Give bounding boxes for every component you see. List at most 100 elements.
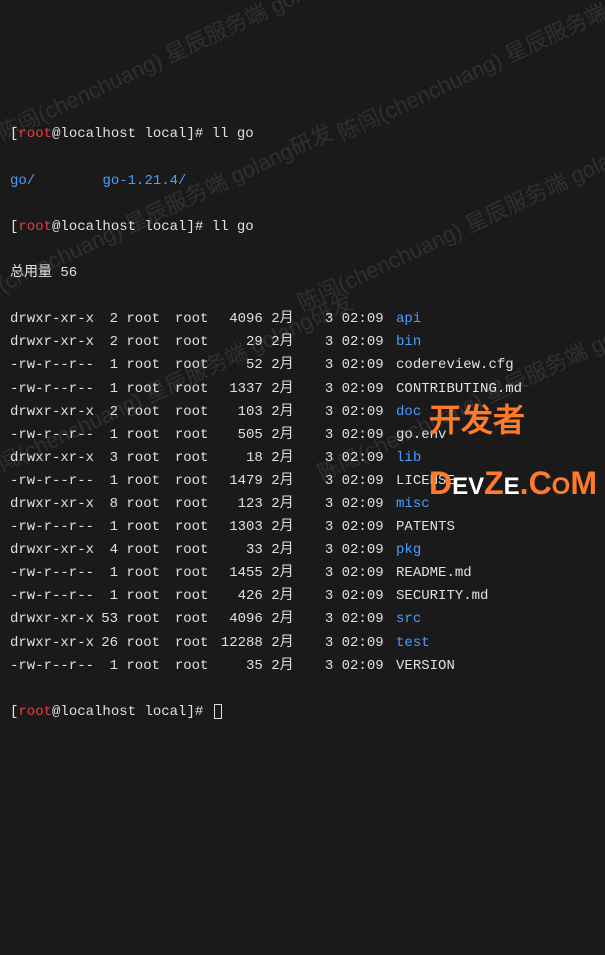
links: 2 bbox=[96, 401, 118, 424]
file-name: CONTRIBUTING.md bbox=[396, 381, 522, 397]
perms: drwxr-xr-x bbox=[10, 447, 96, 470]
file-name: VERSION bbox=[396, 658, 455, 674]
list-item: drwxr-xr-x8 root root123 2月3 02:09 misc bbox=[10, 493, 595, 516]
group: root bbox=[175, 516, 215, 539]
time: 02:09 bbox=[342, 585, 388, 608]
file-name: src bbox=[396, 611, 421, 627]
group: root bbox=[175, 562, 215, 585]
owner: root bbox=[126, 401, 166, 424]
links: 26 bbox=[96, 632, 118, 655]
list-item: drwxr-xr-x2 root root29 2月3 02:09 bin bbox=[10, 331, 595, 354]
prompt-line-1[interactable]: [root@localhost local]# ll go bbox=[10, 123, 595, 146]
prompt-path: local bbox=[144, 126, 186, 142]
list-item: -rw-r--r--1 root root505 2月3 02:09 go.en… bbox=[10, 424, 595, 447]
list-item: -rw-r--r--1 root root1337 2月3 02:09 CONT… bbox=[10, 378, 595, 401]
links: 3 bbox=[96, 447, 118, 470]
list-item: drwxr-xr-x4 root root33 2月3 02:09 pkg bbox=[10, 539, 595, 562]
file-name: pkg bbox=[396, 542, 421, 558]
owner: root bbox=[126, 470, 166, 493]
size: 33 bbox=[215, 539, 263, 562]
group: root bbox=[175, 539, 215, 562]
month: 2月 bbox=[271, 539, 301, 562]
completion-b: go-1.21.4/ bbox=[102, 173, 186, 189]
list-item: drwxr-xr-x3 root root18 2月3 02:09 lib bbox=[10, 447, 595, 470]
file-name: PATENTS bbox=[396, 519, 455, 535]
size: 1455 bbox=[215, 562, 263, 585]
owner: root bbox=[126, 585, 166, 608]
links: 1 bbox=[96, 424, 118, 447]
size: 1303 bbox=[215, 516, 263, 539]
perms: drwxr-xr-x bbox=[10, 493, 96, 516]
links: 2 bbox=[96, 308, 118, 331]
month: 2月 bbox=[271, 470, 301, 493]
prompt-user: root bbox=[18, 126, 52, 142]
group: root bbox=[175, 424, 215, 447]
month: 2月 bbox=[271, 331, 301, 354]
month: 2月 bbox=[271, 632, 301, 655]
month: 2月 bbox=[271, 308, 301, 331]
terminal-output: [root@localhost local]# ll go go/ go-1.2… bbox=[10, 100, 595, 747]
day: 3 bbox=[321, 447, 333, 470]
time: 02:09 bbox=[342, 308, 388, 331]
links: 1 bbox=[96, 354, 118, 377]
perms: -rw-r--r-- bbox=[10, 585, 96, 608]
file-name: api bbox=[396, 311, 421, 327]
day: 3 bbox=[321, 608, 333, 631]
perms: -rw-r--r-- bbox=[10, 655, 96, 678]
group: root bbox=[175, 632, 215, 655]
time: 02:09 bbox=[342, 378, 388, 401]
perms: drwxr-xr-x bbox=[10, 632, 96, 655]
links: 1 bbox=[96, 378, 118, 401]
list-item: -rw-r--r--1 root root35 2月3 02:09 VERSIO… bbox=[10, 655, 595, 678]
list-item: -rw-r--r--1 root root426 2月3 02:09 SECUR… bbox=[10, 585, 595, 608]
day: 3 bbox=[321, 331, 333, 354]
day: 3 bbox=[321, 470, 333, 493]
size: 505 bbox=[215, 424, 263, 447]
size: 1479 bbox=[215, 470, 263, 493]
bracket-close: ]# bbox=[186, 126, 203, 142]
command-1: ll go bbox=[212, 126, 254, 142]
month: 2月 bbox=[271, 608, 301, 631]
day: 3 bbox=[321, 585, 333, 608]
file-name: SECURITY.md bbox=[396, 588, 488, 604]
tab-completion: go/ go-1.21.4/ bbox=[10, 170, 595, 193]
month: 2月 bbox=[271, 378, 301, 401]
size: 35 bbox=[215, 655, 263, 678]
size: 123 bbox=[215, 493, 263, 516]
list-item: -rw-r--r--1 root root1455 2月3 02:09 READ… bbox=[10, 562, 595, 585]
size: 4096 bbox=[215, 308, 263, 331]
file-name: LICENSE bbox=[396, 473, 455, 489]
group: root bbox=[175, 608, 215, 631]
time: 02:09 bbox=[342, 447, 388, 470]
month: 2月 bbox=[271, 562, 301, 585]
month: 2月 bbox=[271, 516, 301, 539]
perms: drwxr-xr-x bbox=[10, 308, 96, 331]
time: 02:09 bbox=[342, 562, 388, 585]
time: 02:09 bbox=[342, 655, 388, 678]
links: 1 bbox=[96, 585, 118, 608]
prompt-line-3[interactable]: [root@localhost local]# bbox=[10, 701, 595, 724]
day: 3 bbox=[321, 308, 333, 331]
links: 1 bbox=[96, 516, 118, 539]
group: root bbox=[175, 331, 215, 354]
links: 4 bbox=[96, 539, 118, 562]
day: 3 bbox=[321, 378, 333, 401]
file-name: misc bbox=[396, 496, 430, 512]
file-name: go.env bbox=[396, 427, 446, 443]
file-name: test bbox=[396, 635, 430, 651]
group: root bbox=[175, 470, 215, 493]
month: 2月 bbox=[271, 493, 301, 516]
day: 3 bbox=[321, 655, 333, 678]
perms: -rw-r--r-- bbox=[10, 424, 96, 447]
file-name: doc bbox=[396, 404, 421, 420]
group: root bbox=[175, 493, 215, 516]
group: root bbox=[175, 378, 215, 401]
time: 02:09 bbox=[342, 470, 388, 493]
time: 02:09 bbox=[342, 331, 388, 354]
prompt-line-2[interactable]: [root@localhost local]# ll go bbox=[10, 216, 595, 239]
size: 52 bbox=[215, 354, 263, 377]
group: root bbox=[175, 585, 215, 608]
owner: root bbox=[126, 378, 166, 401]
prompt-host: localhost bbox=[60, 126, 136, 142]
month: 2月 bbox=[271, 354, 301, 377]
